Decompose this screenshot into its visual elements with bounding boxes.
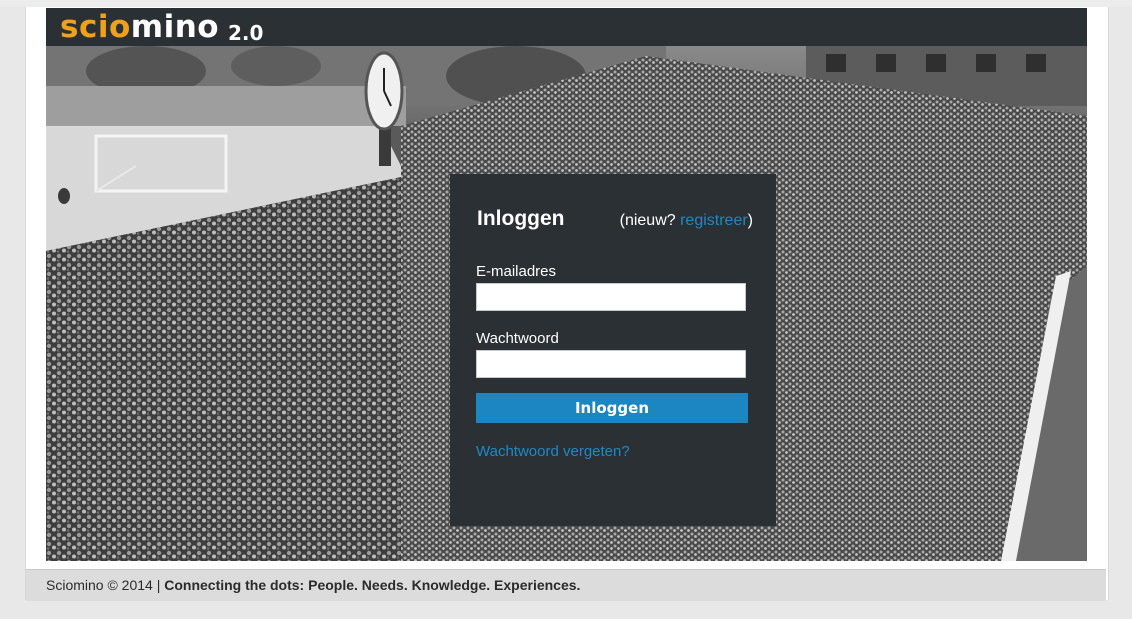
register-suffix: ) [747, 212, 753, 229]
login-button[interactable]: Inloggen [476, 393, 748, 423]
top-strip [0, 0, 1132, 7]
register-prefix: (nieuw? [619, 212, 681, 229]
register-link[interactable]: registreer [680, 212, 748, 229]
footer-copyright: Sciomino © 2014 | [46, 577, 165, 593]
hero-crowd-photo: Inloggen (nieuw? registreer) E-mailadres… [46, 46, 1087, 561]
version-label: 2.0 [228, 21, 264, 45]
password-label: Wachtwoord [476, 330, 559, 347]
login-panel: Inloggen (nieuw? registreer) E-mailadres… [450, 174, 776, 526]
email-label: E-mailadres [476, 263, 557, 280]
logo-part-mino: mino [130, 9, 220, 45]
register-prompt: (nieuw? registreer) [620, 212, 753, 230]
login-title: Inloggen [477, 207, 565, 230]
app-header: sciomino 2.0 [46, 8, 1087, 46]
password-field[interactable] [476, 350, 746, 378]
footer-text: Sciomino © 2014 | Connecting the dots: P… [46, 570, 580, 600]
footer-tagline: Connecting the dots: People. Needs. Know… [164, 577, 581, 593]
email-field[interactable] [476, 283, 746, 311]
sciomino-logo[interactable]: sciomino [60, 8, 219, 46]
forgot-password-link[interactable]: Wachtwoord vergeten? [476, 443, 630, 460]
page-footer: Sciomino © 2014 | Connecting the dots: P… [26, 569, 1106, 601]
logo-part-scio: scio [60, 9, 131, 45]
